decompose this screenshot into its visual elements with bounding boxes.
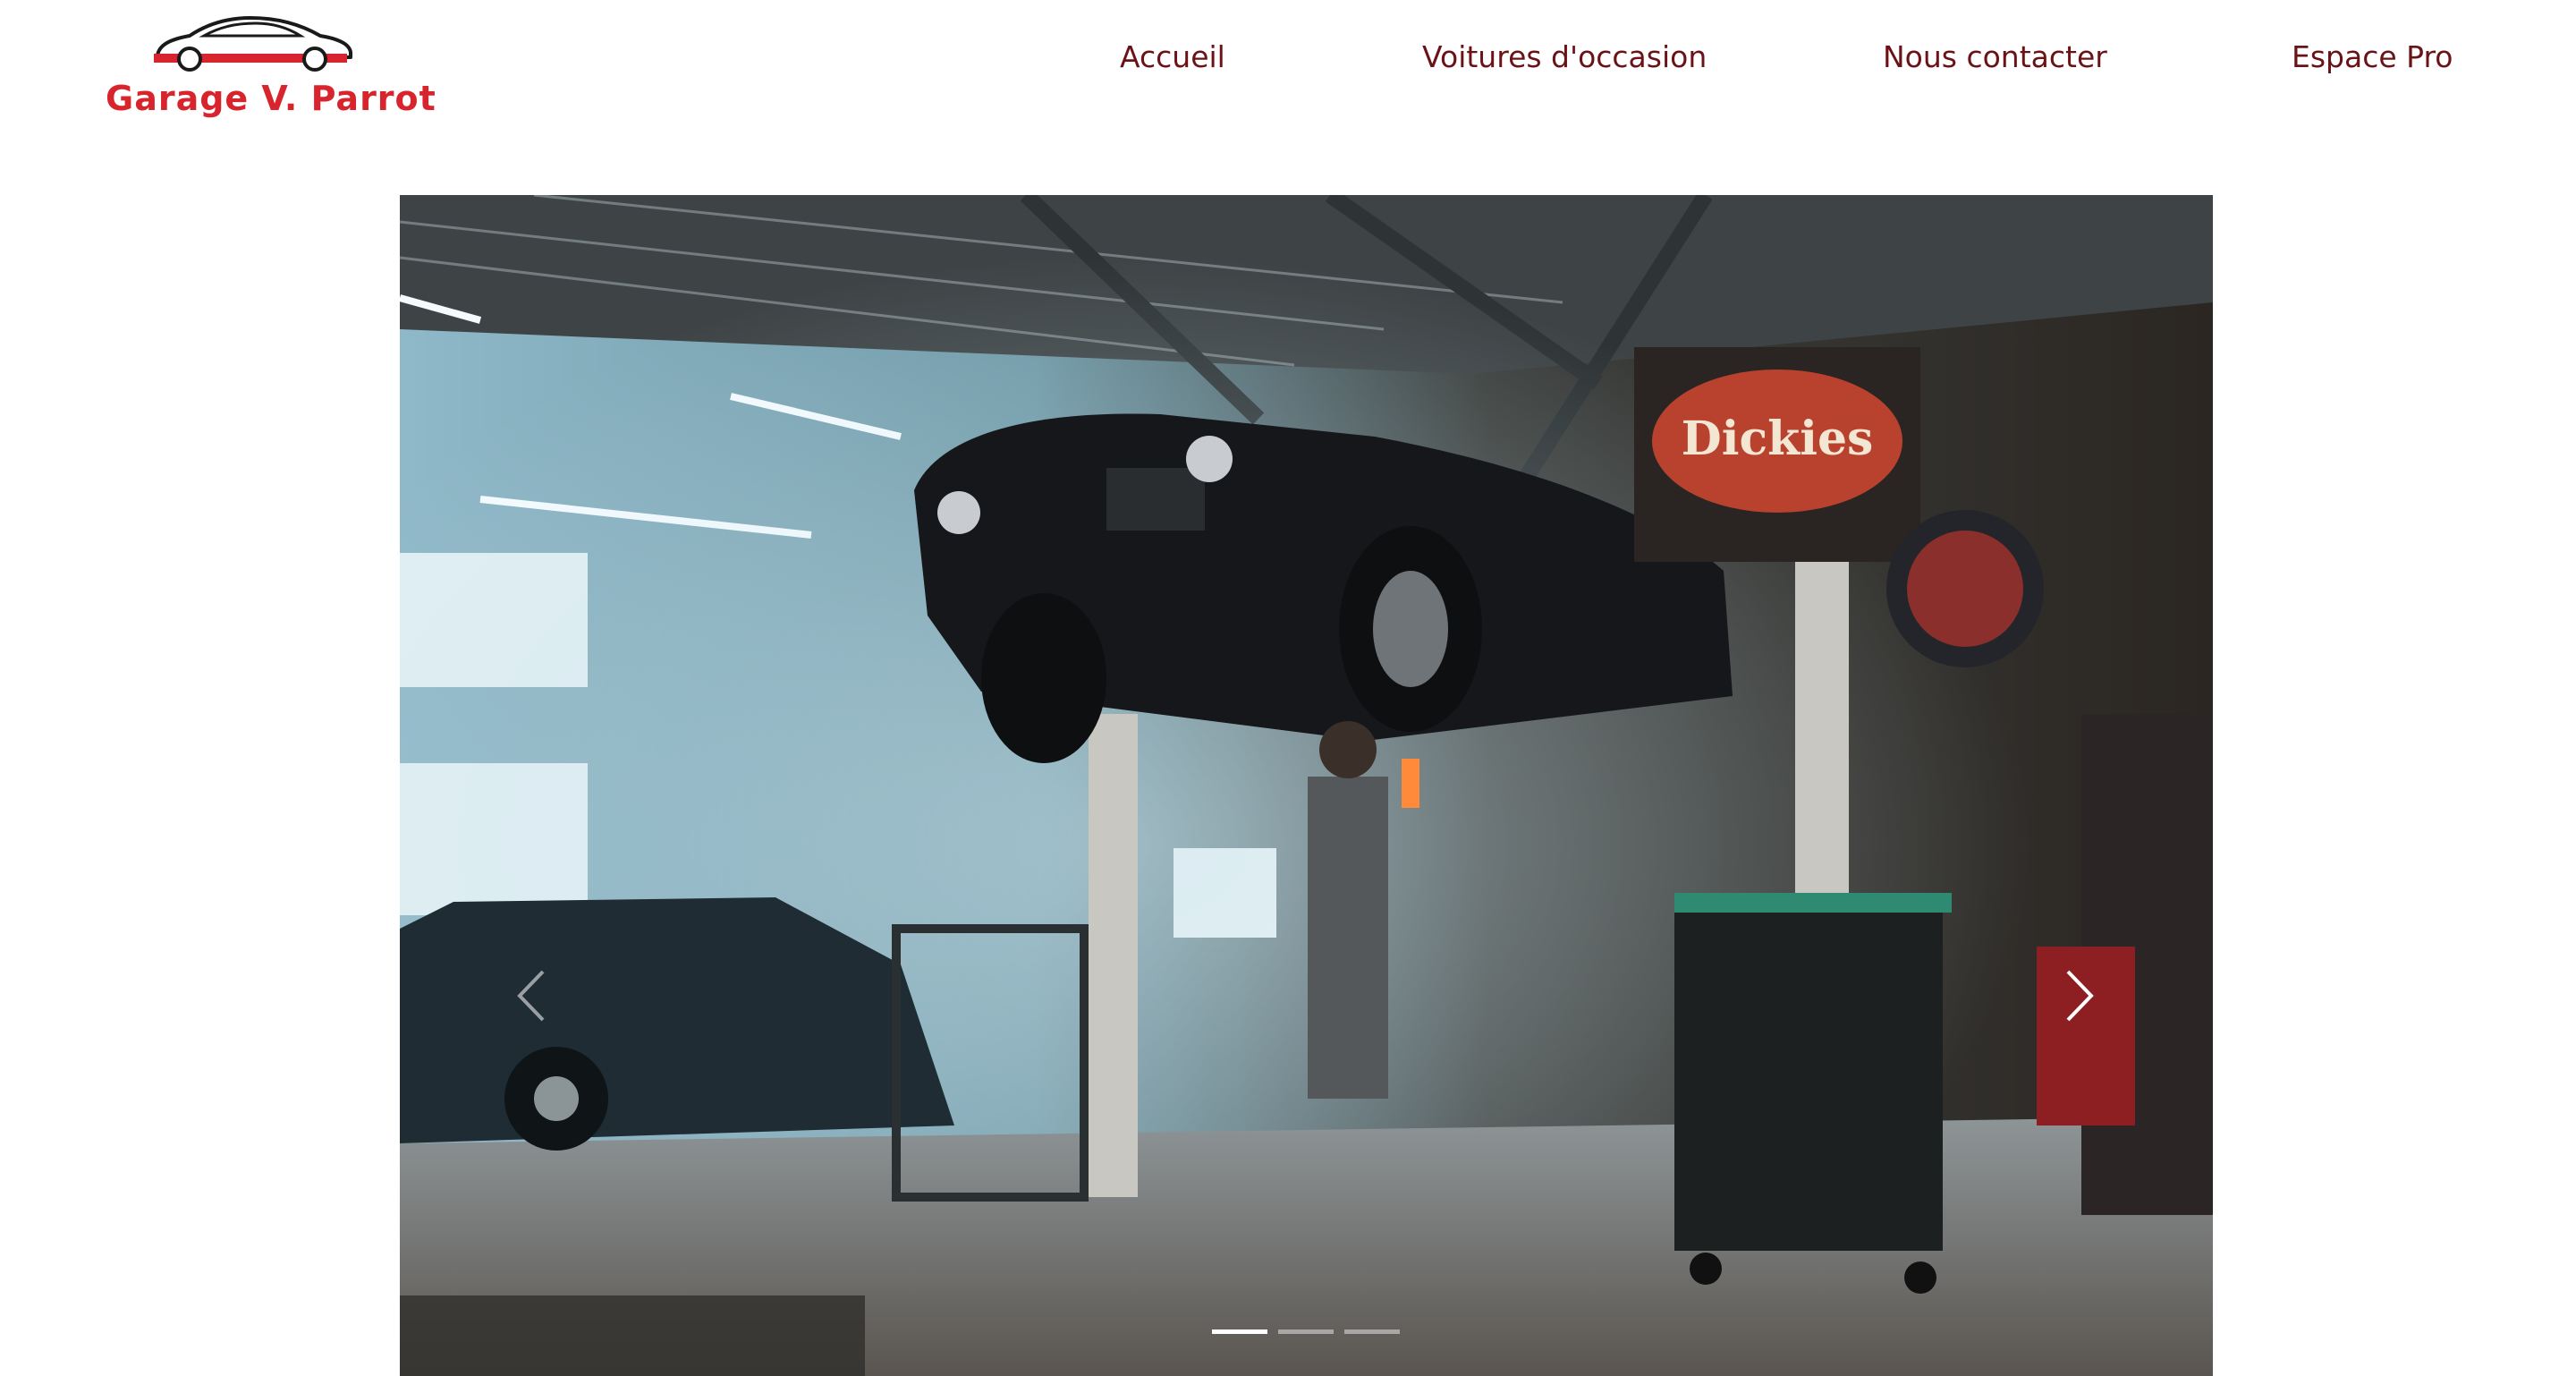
page: Garage V. Parrot Accueil Voitures d'occa… bbox=[0, 0, 2576, 1376]
carousel-indicators bbox=[400, 1329, 2213, 1338]
car-wrench-icon bbox=[154, 16, 352, 72]
nav-link-espace-pro[interactable]: Espace Pro bbox=[2292, 39, 2453, 74]
brand-name: Garage V. Parrot bbox=[106, 79, 436, 118]
nav-link-voitures-occasion[interactable]: Voitures d'occasion bbox=[1422, 39, 1707, 74]
carousel-indicator-2[interactable] bbox=[1278, 1329, 1334, 1334]
svg-text:Dickies: Dickies bbox=[1682, 412, 1874, 466]
carousel-prev-button[interactable] bbox=[507, 964, 561, 1027]
carousel-indicator-1[interactable] bbox=[1212, 1329, 1267, 1334]
garage-workshop-image: Dickies bbox=[400, 195, 2213, 1376]
chevron-left-icon bbox=[517, 970, 545, 1022]
carousel-indicator-3[interactable] bbox=[1344, 1329, 1400, 1334]
chevron-right-icon bbox=[2066, 970, 2094, 1022]
site-header: Garage V. Parrot Accueil Voitures d'occa… bbox=[0, 0, 2576, 179]
logo-link[interactable]: Garage V. Parrot bbox=[106, 9, 436, 121]
nav-link-contact[interactable]: Nous contacter bbox=[1883, 39, 2107, 74]
hero-carousel[interactable]: Dickies bbox=[400, 195, 2213, 1376]
nav-link-accueil[interactable]: Accueil bbox=[1120, 39, 1225, 74]
carousel-next-button[interactable] bbox=[2050, 964, 2104, 1027]
